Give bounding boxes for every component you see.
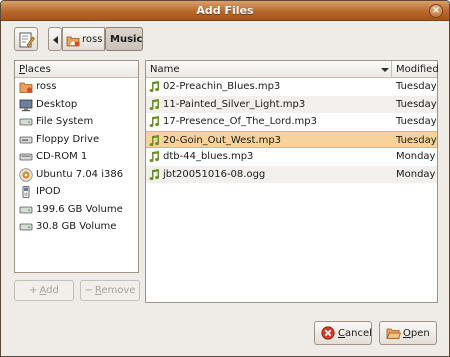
music-note-icon xyxy=(149,151,160,163)
column-separator xyxy=(391,61,392,78)
places-item-label: Desktop xyxy=(36,98,78,110)
music-note-icon xyxy=(149,98,160,110)
path-button-label: Music xyxy=(110,34,143,45)
open-label-rest: pen xyxy=(410,328,430,339)
places-item-ubuntu-cd[interactable]: Ubuntu 7.04 i386 xyxy=(15,166,138,184)
music-note-icon xyxy=(149,116,160,128)
add-button-label: dd xyxy=(46,285,59,296)
file-name: dtb-44_blues.mp3 xyxy=(163,151,254,162)
remove-button-label: emove xyxy=(101,285,136,296)
places-item-ross[interactable]: ross xyxy=(15,78,138,96)
file-row[interactable]: dtb-44_blues.mp3 Monday xyxy=(146,148,437,166)
file-modified: Monday xyxy=(396,151,436,162)
file-name: 02-Preachin_Blues.mp3 xyxy=(163,81,281,92)
plus-icon: + xyxy=(29,285,38,296)
file-list: Name Modified 02-Preachin_Blues.mp3 Tues… xyxy=(145,60,439,303)
places-item-label: IPOD xyxy=(36,186,61,197)
file-modified: Monday xyxy=(396,168,436,180)
close-icon[interactable]: × xyxy=(429,4,443,18)
file-modified: Tuesday xyxy=(396,81,437,92)
harddisk-icon xyxy=(19,118,33,126)
edit-location-icon xyxy=(19,32,35,48)
file-row[interactable]: jbt20051016-08.ogg Monday xyxy=(146,165,437,183)
music-note-icon xyxy=(149,81,160,93)
path-button-music[interactable]: Music xyxy=(105,27,143,51)
file-name: 11-Painted_Silver_Light.mp3 xyxy=(163,98,306,110)
left-arrow-icon xyxy=(53,36,58,44)
file-row-selected[interactable]: 20-Goin_Out_West.mp3 Tuesday xyxy=(146,130,437,148)
music-note-icon xyxy=(149,168,160,180)
places-item-label: 30.8 GB Volume xyxy=(36,221,117,232)
minus-icon: − xyxy=(84,285,93,296)
file-name: 17-Presence_Of_The_Lord.mp3 xyxy=(163,116,317,127)
remove-bookmark-button[interactable]: − Remove xyxy=(80,280,140,301)
places-item-label: 199.6 GB Volume xyxy=(36,203,123,215)
places-item-label: CD-ROM 1 xyxy=(36,151,88,162)
places-item-volume-30[interactable]: 30.8 GB Volume xyxy=(15,218,138,236)
places-item-label: Floppy Drive xyxy=(36,133,100,145)
harddisk-icon xyxy=(19,206,33,213)
places-item-label: File System xyxy=(36,116,94,127)
path-back-button[interactable] xyxy=(48,27,62,51)
places-header-label: laces xyxy=(25,64,51,75)
file-modified: Tuesday xyxy=(396,134,437,146)
cancel-button-label: Cancel xyxy=(338,328,372,339)
open-mnemonic: O xyxy=(403,328,411,339)
path-button-label: ross xyxy=(82,34,103,45)
window-title: Add Files xyxy=(196,4,254,17)
cancel-label-rest: ancel xyxy=(344,328,372,339)
places-item-desktop[interactable]: Desktop xyxy=(15,96,138,114)
places-panel: Places ross Desktop File System Floppy D… xyxy=(14,60,139,273)
places-item-cdrom[interactable]: CD-ROM 1 xyxy=(15,148,138,166)
places-item-label: Ubuntu 7.04 i386 xyxy=(36,168,124,180)
file-row[interactable]: 02-Preachin_Blues.mp3 Tuesday xyxy=(146,78,437,96)
home-folder-icon xyxy=(66,36,80,47)
cancel-button[interactable]: Cancel xyxy=(314,321,372,345)
places-item-label: ross xyxy=(36,81,57,92)
ipod-icon xyxy=(22,186,30,198)
harddisk-icon xyxy=(19,223,33,231)
open-folder-icon xyxy=(386,328,401,339)
column-header-name[interactable]: Name xyxy=(150,64,180,75)
file-list-header: Name Modified xyxy=(146,61,439,78)
open-button-label: Open xyxy=(403,328,430,339)
file-name: 20-Goin_Out_West.mp3 xyxy=(163,134,282,146)
places-item-floppy[interactable]: Floppy Drive xyxy=(15,131,138,149)
edit-location-button[interactable] xyxy=(14,27,38,51)
music-note-icon xyxy=(149,134,160,146)
title-bar[interactable]: Add Files × xyxy=(1,1,449,21)
sort-down-icon[interactable] xyxy=(381,68,389,72)
places-item-ipod[interactable]: IPOD xyxy=(15,183,138,201)
home-folder-icon xyxy=(19,82,33,93)
places-item-file-system[interactable]: File System xyxy=(15,113,138,131)
file-row[interactable]: 17-Presence_Of_The_Lord.mp3 Tuesday xyxy=(146,113,437,131)
places-item-volume-199[interactable]: 199.6 GB Volume xyxy=(15,201,138,219)
add-bookmark-button[interactable]: + Add xyxy=(14,280,74,301)
file-row[interactable]: 11-Painted_Silver_Light.mp3 Tuesday xyxy=(146,95,437,113)
cdrom-icon xyxy=(19,153,33,161)
cancel-icon xyxy=(321,326,335,340)
desktop-icon xyxy=(19,99,33,111)
cd-disc-icon xyxy=(19,167,33,182)
path-button-ross[interactable]: ross xyxy=(62,27,105,51)
add-files-dialog: Add Files × ross Music Places ross Deskt… xyxy=(0,0,450,357)
file-modified: Tuesday xyxy=(396,98,437,110)
places-header[interactable]: Places xyxy=(15,61,138,78)
column-header-modified[interactable]: Modified xyxy=(396,64,439,75)
file-modified: Tuesday xyxy=(396,116,437,127)
floppy-icon xyxy=(19,136,33,143)
cancel-mnemonic: C xyxy=(338,328,345,339)
file-name: jbt20051016-08.ogg xyxy=(163,168,266,180)
open-button[interactable]: Open xyxy=(379,321,437,345)
